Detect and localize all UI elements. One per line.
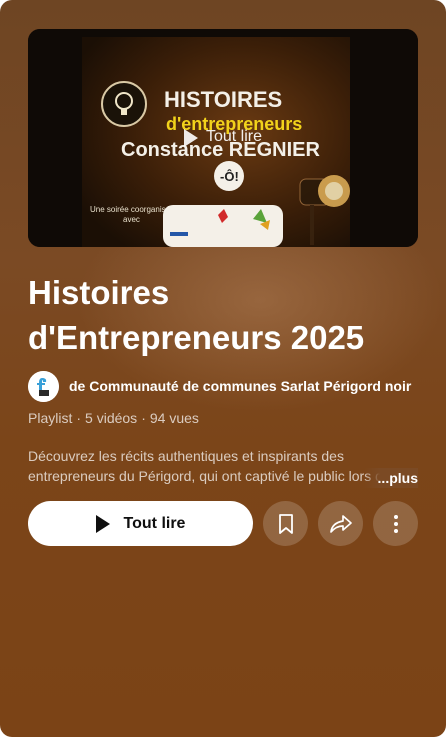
meta-type: Playlist — [28, 410, 73, 426]
playlist-thumbnail[interactable]: HISTOIRES d'entrepreneurs Constance REGN… — [28, 29, 418, 247]
playlist-title-line-2: d'Entrepreneurs 2025 — [28, 319, 365, 356]
share-button[interactable] — [318, 501, 363, 546]
more-actions-button[interactable] — [373, 501, 418, 546]
playlist-actions: Tout lire — [28, 501, 418, 546]
description-more-button[interactable]: ...plus — [363, 468, 418, 488]
channel-logo-icon — [28, 370, 59, 402]
playlist-owner[interactable]: de Communauté de communes Sarlat Périgor… — [28, 370, 411, 402]
more-vertical-icon — [393, 514, 398, 533]
thumbnail-play-overlay[interactable]: Tout lire — [28, 29, 418, 247]
meta-video-count: 5 vidéos — [85, 410, 138, 426]
overlay-play-label: Tout lire — [205, 128, 263, 145]
owner-name[interactable]: de Communauté de communes Sarlat Périgor… — [69, 378, 411, 394]
playlist-description[interactable]: Découvrez les récits authentiques et ins… — [28, 446, 418, 488]
save-playlist-button[interactable] — [263, 501, 308, 546]
play-icon — [95, 514, 110, 533]
play-all-button[interactable]: Tout lire — [28, 501, 253, 546]
playlist-meta: Playlist · 5 vidéos · 94 vues — [28, 410, 199, 426]
channel-avatar[interactable] — [28, 370, 59, 402]
playlist-title-line-1: Histoires — [28, 274, 170, 311]
overlay-play-icon — [183, 129, 198, 147]
play-all-label: Tout lire — [123, 514, 186, 532]
meta-view-count: 94 vues — [149, 410, 199, 426]
playlist-title: Histoires d'Entrepreneurs 2025 — [28, 270, 418, 360]
playlist-header-card: HISTOIRES d'entrepreneurs Constance REGN… — [0, 0, 446, 737]
share-icon — [329, 514, 352, 533]
description-text: Découvrez les récits authentiques et ins… — [28, 448, 416, 484]
bookmark-icon — [278, 513, 293, 534]
